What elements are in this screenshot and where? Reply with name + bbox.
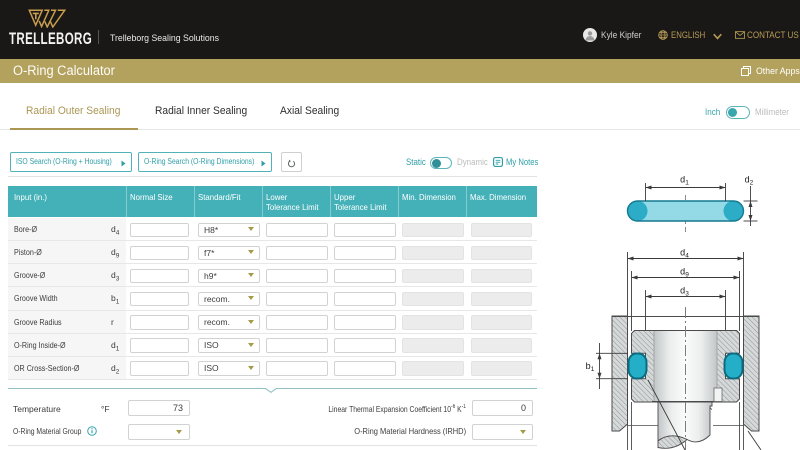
svg-text:d4: d4 xyxy=(680,248,689,260)
svg-text:d3: d3 xyxy=(680,286,689,298)
svg-text:d2: d2 xyxy=(745,175,754,187)
svg-text:b1: b1 xyxy=(586,361,595,373)
svg-text:d9: d9 xyxy=(680,267,689,279)
svg-text:d1: d1 xyxy=(680,175,689,187)
